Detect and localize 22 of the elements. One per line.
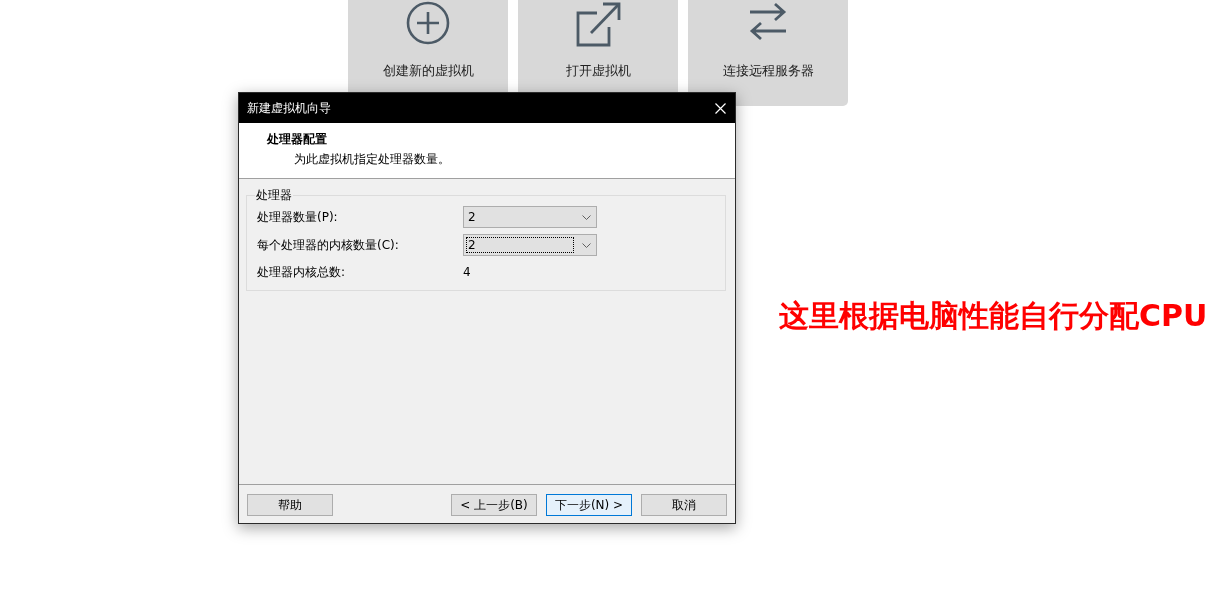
field-label: 处理器数量(P): bbox=[257, 208, 339, 226]
chevron-down-icon bbox=[582, 242, 591, 248]
action-tile[interactable]: 连接远程服务器 bbox=[688, 0, 848, 106]
close-icon bbox=[715, 102, 726, 114]
help-button[interactable]: 帮助 bbox=[247, 494, 333, 516]
plus-circle-icon bbox=[406, 1, 450, 45]
window-title: 新建虚拟机向导 bbox=[247, 99, 331, 117]
section-title: 处理器配置 bbox=[267, 131, 327, 148]
chevron-down-icon bbox=[582, 214, 591, 220]
field-value: 4 bbox=[463, 264, 472, 281]
cancel-button[interactable]: 取消 bbox=[641, 494, 727, 516]
next-button[interactable]: 下一步(N) > bbox=[546, 494, 632, 516]
dropdown[interactable]: 2 bbox=[463, 206, 597, 228]
field-label: 每个处理器的内核数量(C): bbox=[257, 236, 400, 254]
close-button[interactable] bbox=[715, 102, 726, 114]
field-label: 处理器内核总数: bbox=[257, 263, 347, 281]
back-button[interactable]: < 上一步(B) bbox=[451, 494, 537, 516]
section-description: 为此虚拟机指定处理器数量。 bbox=[294, 151, 450, 168]
group-label: 处理器 bbox=[255, 187, 293, 204]
swap-arrows-icon bbox=[748, 1, 788, 41]
dropdown[interactable]: 2 bbox=[463, 234, 597, 256]
annotation-text: 这里根据电脑性能自行分配CPU bbox=[779, 297, 1208, 335]
